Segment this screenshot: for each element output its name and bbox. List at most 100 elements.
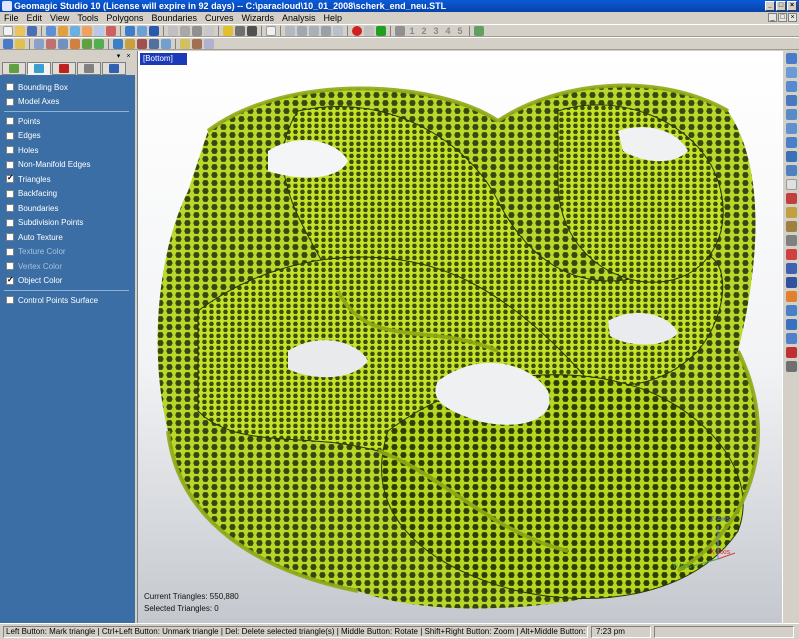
- menu-polygons[interactable]: Polygons: [106, 13, 143, 23]
- sharpen-icon[interactable]: [204, 38, 214, 49]
- curvature-icon[interactable]: [785, 333, 797, 344]
- delete-selection-icon[interactable]: [785, 347, 797, 358]
- color-map-icon[interactable]: [785, 291, 797, 302]
- save-icon[interactable]: [27, 25, 37, 36]
- 3d-viewport[interactable]: [Bottom] Z-Axis X-Axis Y-Axis Current Tr…: [137, 51, 782, 623]
- binoculars-icon[interactable]: [247, 25, 257, 36]
- select-visible-icon[interactable]: [94, 25, 104, 36]
- macro-slot-4[interactable]: 4: [443, 26, 453, 36]
- trim-icon[interactable]: [137, 38, 147, 49]
- print-icon[interactable]: [785, 361, 797, 372]
- folder-icon[interactable]: [15, 38, 25, 49]
- ruler-icon[interactable]: [785, 235, 797, 246]
- smooth-icon[interactable]: [82, 38, 92, 49]
- menu-boundaries[interactable]: Boundaries: [151, 13, 197, 23]
- pencil-icon[interactable]: [223, 25, 233, 36]
- select-through-icon[interactable]: [82, 25, 92, 36]
- menu-analysis[interactable]: Analysis: [282, 13, 316, 23]
- wand-icon[interactable]: [785, 221, 797, 232]
- macro-slot-5[interactable]: 5: [455, 26, 465, 36]
- checkbox[interactable]: [6, 83, 14, 92]
- macro-slot-2[interactable]: 2: [419, 26, 429, 36]
- paint-select-icon[interactable]: [70, 25, 80, 36]
- view-top-icon[interactable]: [285, 25, 295, 36]
- fill-hole-icon[interactable]: [58, 38, 68, 49]
- delete-icon[interactable]: [34, 38, 44, 49]
- option-model-axes[interactable]: Model Axes: [0, 95, 135, 110]
- option-boundaries[interactable]: Boundaries: [0, 201, 135, 216]
- zoom-window-icon[interactable]: [192, 25, 202, 36]
- view-iso-icon[interactable]: [321, 25, 331, 36]
- menu-view[interactable]: View: [50, 13, 69, 23]
- option-edges[interactable]: Edges: [0, 129, 135, 144]
- checkbox[interactable]: [6, 233, 14, 242]
- menu-wizards[interactable]: Wizards: [242, 13, 275, 23]
- marker-icon[interactable]: [785, 249, 797, 260]
- record-icon[interactable]: [352, 25, 362, 36]
- compare-icon[interactable]: [785, 277, 797, 288]
- option-object-color[interactable]: Object Color: [0, 274, 135, 289]
- select-all-icon[interactable]: [785, 165, 797, 176]
- grid-icon[interactable]: [474, 25, 484, 36]
- center-view-icon[interactable]: [204, 25, 214, 36]
- window-icon[interactable]: [3, 38, 13, 49]
- macro-icon[interactable]: [395, 25, 405, 36]
- mesh-doctor-icon[interactable]: [113, 38, 123, 49]
- ellipse-select-icon[interactable]: [785, 95, 797, 106]
- select-icon[interactable]: [46, 25, 56, 36]
- doc-restore-button[interactable]: □: [778, 13, 787, 22]
- option-bounding-box[interactable]: Bounding Box: [0, 80, 135, 95]
- stop-icon[interactable]: [364, 25, 374, 36]
- minimize-button[interactable]: _: [765, 1, 775, 11]
- checkbox-checked[interactable]: [6, 173, 14, 184]
- thicken-icon[interactable]: [161, 38, 171, 49]
- mesh-model[interactable]: [138, 51, 782, 623]
- panel-close-icon[interactable]: ×: [124, 52, 133, 61]
- menu-file[interactable]: File: [4, 13, 19, 23]
- select-tool-icon[interactable]: [785, 67, 797, 78]
- pen-icon[interactable]: [785, 193, 797, 204]
- measure-icon[interactable]: [785, 263, 797, 274]
- checkbox[interactable]: [6, 160, 14, 169]
- edit-boundaries-icon[interactable]: [125, 38, 135, 49]
- menu-help[interactable]: Help: [324, 13, 343, 23]
- fit-view-icon[interactable]: [180, 25, 190, 36]
- sandpaper-icon[interactable]: [180, 38, 190, 49]
- checkbox[interactable]: [6, 296, 14, 305]
- select-mode-icon[interactable]: [785, 53, 797, 64]
- checkbox[interactable]: [6, 117, 14, 126]
- settings-tab[interactable]: [102, 62, 126, 75]
- checkbox[interactable]: [6, 218, 14, 227]
- pointer-icon[interactable]: [785, 179, 797, 190]
- option-non-manifold-edges[interactable]: Non-Manifold Edges: [0, 158, 135, 173]
- relax-icon[interactable]: [70, 38, 80, 49]
- doc-close-button[interactable]: ×: [788, 13, 797, 22]
- checkbox-checked[interactable]: [6, 275, 14, 285]
- macro-slot-3[interactable]: 3: [431, 26, 441, 36]
- brush-icon[interactable]: [785, 207, 797, 218]
- lasso-icon[interactable]: [58, 25, 68, 36]
- checkbox[interactable]: [6, 97, 14, 106]
- paintbrush-select-icon[interactable]: [785, 137, 797, 148]
- open-icon[interactable]: [15, 25, 25, 36]
- option-subdivision-points[interactable]: Subdivision Points: [0, 216, 135, 231]
- line-select-icon[interactable]: [785, 109, 797, 120]
- view-tab[interactable]: [77, 62, 101, 75]
- checkbox[interactable]: [6, 131, 14, 140]
- lasso-select-icon[interactable]: [785, 123, 797, 134]
- rectangle-select-icon[interactable]: [785, 81, 797, 92]
- menu-tools[interactable]: Tools: [77, 13, 98, 23]
- menu-curves[interactable]: Curves: [205, 13, 234, 23]
- close-button[interactable]: ×: [787, 1, 797, 11]
- new-icon[interactable]: [3, 25, 13, 36]
- option-control-points-surface[interactable]: Control Points Surface: [0, 293, 135, 308]
- object-tab[interactable]: [27, 62, 51, 75]
- clear-select-icon[interactable]: [106, 25, 116, 36]
- section-icon[interactable]: [785, 305, 797, 316]
- checkbox[interactable]: [6, 204, 14, 213]
- custom-region-icon[interactable]: [785, 151, 797, 162]
- camera-icon[interactable]: [235, 25, 245, 36]
- option-holes[interactable]: Holes: [0, 143, 135, 158]
- option-points[interactable]: Points: [0, 114, 135, 129]
- point-icon[interactable]: [168, 25, 178, 36]
